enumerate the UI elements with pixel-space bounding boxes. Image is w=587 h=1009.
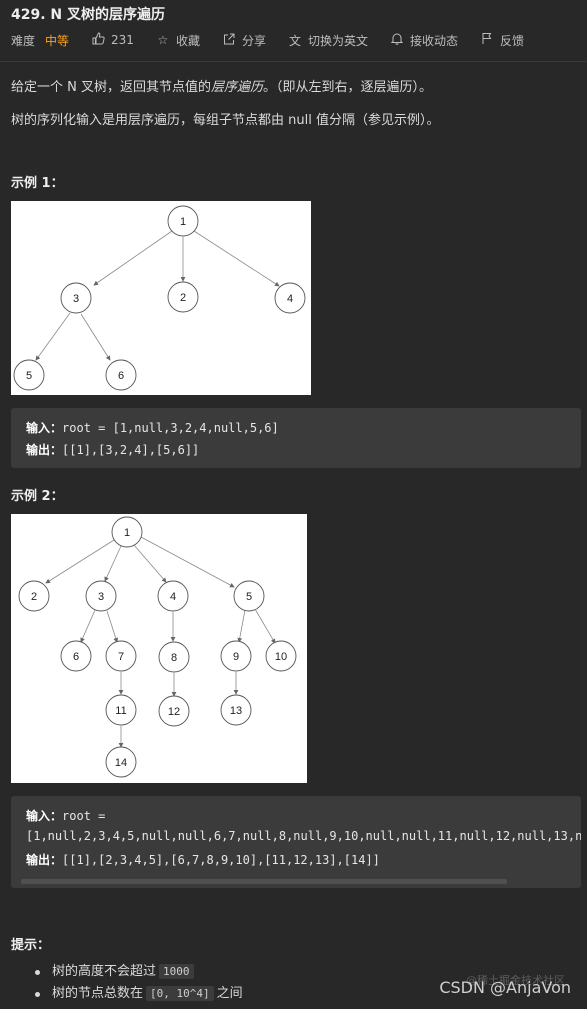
edge [106, 610, 119, 643]
flag-icon [480, 32, 494, 48]
notify-label: 接收动态 [409, 33, 458, 48]
example-2-tree-image: 1 2 3 4 5 6 7 8 9 10 11 12 13 14 [11, 514, 307, 783]
hints-list: 树的高度不会超过 1000 树的节点总数在 [0, 10^4] 之间 [0, 962, 243, 1006]
edge [45, 539, 115, 584]
switch-language-label: 切换为英文 [307, 33, 368, 48]
edge [254, 608, 276, 644]
notify-button[interactable]: 接收动态 [390, 32, 458, 49]
edge [133, 544, 167, 583]
edge [237, 609, 246, 643]
edge [80, 313, 111, 361]
switch-language-button[interactable]: 文 切换为英文 [288, 32, 368, 49]
description-paragraph-1: 给定一个 N 叉树，返回其节点值的层序遍历。（即从左到右，逐层遍历）。 [11, 76, 432, 95]
tree-node-label: 5 [246, 591, 252, 603]
tree-node-label: 2 [180, 292, 186, 304]
tree-node-label: 1 [180, 216, 186, 228]
example-1-heading: 示例 1： [11, 176, 64, 191]
hint-text: 树的高度不会超过 [52, 964, 157, 979]
problem-title: 429. N 叉树的层序遍历 [11, 7, 166, 23]
tree-node-label: 10 [275, 651, 287, 663]
bell-icon [390, 32, 404, 48]
description-emphasis: 层序遍历 [211, 80, 264, 95]
tree-node-label: 1 [124, 527, 130, 539]
tree-node-label: 8 [171, 652, 177, 664]
tree-node-label: 4 [287, 293, 293, 305]
favorite-button[interactable]: ☆ 收藏 [156, 32, 200, 49]
tree-node-label: 5 [26, 370, 32, 382]
output-value: [[1],[3,2,4],[5,6]] [62, 443, 200, 457]
example-1-io-block: 输入：root = [1,null,3,2,4,null,5,6] 输出：[[1… [11, 408, 581, 468]
tree-node-label: 3 [73, 293, 79, 305]
input-label: 输入： [26, 421, 63, 435]
list-item: 树的高度不会超过 1000 [0, 962, 243, 984]
output-label: 输出： [26, 443, 63, 457]
example-1-tree-image: 1 3 2 4 5 6 [11, 201, 311, 395]
edge [140, 536, 235, 588]
hints-heading: 提示： [11, 938, 51, 953]
tree-node-label: 3 [98, 591, 104, 603]
hint-code: 1000 [159, 964, 194, 979]
edge [104, 545, 122, 582]
difficulty: 难度 中等 [11, 32, 69, 49]
tree-node-label: 14 [115, 757, 127, 769]
edge [93, 230, 173, 286]
feedback-button[interactable]: 反馈 [480, 32, 524, 49]
list-item: 树的节点总数在 [0, 10^4] 之间 [0, 984, 243, 1006]
tree-node-label: 2 [31, 591, 37, 603]
example-2-io-block: 输入：root = [1,null,2,3,4,5,null,null,6,7,… [11, 796, 581, 888]
example-2-input-line-2: [1,null,2,3,4,5,null,null,6,7,null,8,nul… [26, 829, 581, 843]
input-value: root = [62, 809, 106, 823]
tree-node-label: 12 [168, 706, 180, 718]
watermark-main: CSDN @AnjaVon [439, 978, 571, 997]
tree-node-label: 6 [73, 651, 79, 663]
tree-node-label: 7 [118, 651, 124, 663]
example-2-output-line: 输出：[[1],[2,3,4,5],[6,7,8,9,10],[11,12,13… [26, 851, 380, 868]
description-paragraph-2: 树的序列化输入是用层序遍历，每组子节点都由 null 值分隔（参见示例）。 [11, 113, 440, 128]
tree-node-label: 4 [170, 591, 176, 603]
problem-meta-bar: 难度 中等 231 ☆ 收藏 分享 文 切换为英文 接收动态 反馈 [11, 31, 546, 49]
output-value: [[1],[2,3,4,5],[6,7,8,9,10],[11,12,13],[… [62, 853, 380, 867]
feedback-label: 反馈 [500, 33, 525, 48]
edge [35, 312, 71, 361]
tree-node-label: 9 [233, 651, 239, 663]
difficulty-value: 中等 [45, 33, 70, 48]
input-value: root = [1,null,3,2,4,null,5,6] [62, 421, 279, 435]
share-button[interactable]: 分享 [222, 32, 266, 49]
hint-text: 树的节点总数在 [52, 986, 144, 1001]
example-2-input-line: 输入：root = [26, 807, 105, 824]
share-icon [222, 33, 236, 48]
example-2-heading: 示例 2： [11, 489, 64, 504]
tree-node-label: 13 [230, 705, 242, 717]
description-text: 。（即从左到右，逐层遍历）。 [263, 80, 433, 95]
favorite-label: 收藏 [175, 33, 200, 48]
hint-code: [0, 10^4] [146, 986, 214, 1001]
tree-node-label: 6 [118, 370, 124, 382]
star-icon: ☆ [157, 33, 169, 47]
translate-icon: 文 [288, 33, 301, 48]
hint-text: 之间 [216, 986, 243, 1001]
tree-diagram-1: 1 3 2 4 5 6 [13, 205, 306, 391]
share-label: 分享 [241, 33, 266, 48]
like-button[interactable]: 231 [91, 32, 134, 48]
description-text: 给定一个 N 叉树，返回其节点值的 [11, 80, 211, 95]
divider [0, 61, 587, 62]
tree-diagram-2: 1 2 3 4 5 6 7 8 9 10 11 12 13 14 [18, 516, 297, 778]
horizontal-scrollbar[interactable] [21, 879, 507, 884]
edge [193, 230, 280, 287]
input-label: 输入： [26, 809, 63, 823]
thumbs-up-icon [91, 32, 105, 48]
like-count: 231 [111, 33, 134, 47]
difficulty-label: 难度 [11, 33, 36, 48]
output-label: 输出： [26, 853, 63, 867]
edge [80, 609, 96, 643]
example-1-output-line: 输出：[[1],[3,2,4],[5,6]] [26, 441, 199, 458]
example-1-input-line: 输入：root = [1,null,3,2,4,null,5,6] [26, 419, 279, 436]
tree-node-label: 11 [115, 705, 126, 717]
